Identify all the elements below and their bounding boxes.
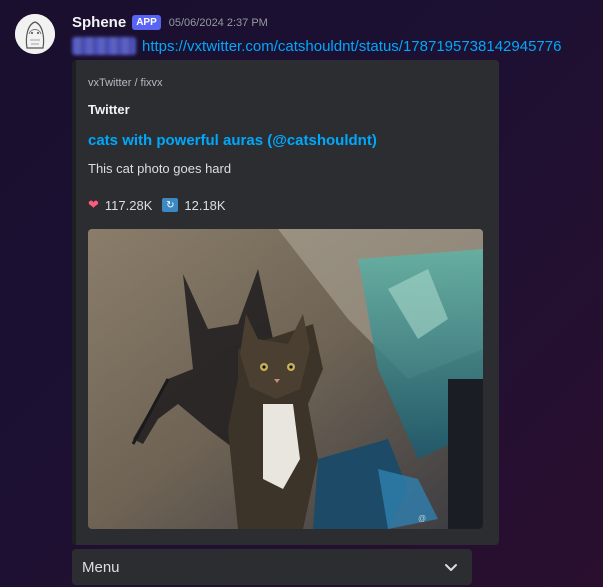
app-badge: APP [132,15,161,30]
retweets-count: 12.18K [184,197,226,213]
embed-title[interactable]: cats with powerful auras (@catshouldnt) [88,132,377,149]
embed-author: Twitter [88,102,130,117]
embed-image[interactable]: @ [88,229,483,529]
user-mention[interactable] [72,37,136,55]
tweet-link[interactable]: https://vxtwitter.com/catshouldnt/status… [142,38,561,55]
embed-provider: vxTwitter / fixvx [88,77,163,89]
chevron-down-icon [445,564,457,571]
likes-count: 117.28K [104,197,153,213]
heart-icon: ❤ [88,197,99,212]
link-embed: vxTwitter / fixvx Twitter cats with powe… [72,60,499,545]
message-content: https://vxtwitter.com/catshouldnt/status… [72,37,561,55]
message-header: Sphene APP 05/06/2024 2:37 PM [72,14,268,31]
timestamp: 05/06/2024 2:37 PM [168,16,268,29]
svg-text:@: @ [418,514,426,523]
avatar[interactable] [15,14,55,54]
embed-stats: ❤ 117.28K ↻ 12.18K [88,197,226,213]
menu-label: Menu [82,558,120,576]
username[interactable]: Sphene [72,14,126,31]
retweet-icon: ↻ [162,198,179,212]
menu-select[interactable]: Menu [72,549,472,585]
embed-description: This cat photo goes hard [88,161,232,176]
